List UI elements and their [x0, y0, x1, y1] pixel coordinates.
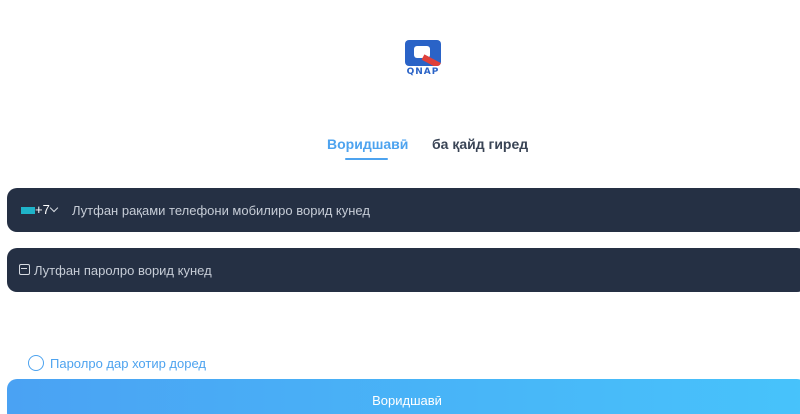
tab-login[interactable]: Воридшавӣ — [327, 136, 408, 152]
phone-field: +7 — [7, 188, 800, 232]
remember-checkbox[interactable] — [28, 355, 44, 371]
country-flag-icon[interactable] — [21, 207, 35, 214]
qnap-logo: QNAP — [403, 38, 443, 78]
phone-input[interactable] — [72, 188, 772, 232]
login-page: QNAP Воридшавӣ ба қайд гиред +7 Паролро … — [0, 0, 800, 414]
auth-tabs: Воридшавӣ ба қайд гиред — [0, 136, 800, 162]
remember-label[interactable]: Паролро дар хотир доред — [50, 356, 206, 371]
login-button[interactable]: Воридшавӣ — [7, 379, 800, 414]
password-icon — [19, 264, 30, 275]
logo-mark — [405, 40, 441, 66]
chevron-down-icon[interactable] — [49, 203, 59, 213]
active-tab-indicator — [345, 158, 388, 160]
logo-text: QNAP — [406, 67, 440, 77]
tab-register[interactable]: ба қайд гиред — [432, 136, 528, 152]
country-code[interactable]: +7 — [35, 202, 50, 217]
password-input[interactable] — [34, 248, 734, 292]
password-field — [7, 248, 800, 292]
